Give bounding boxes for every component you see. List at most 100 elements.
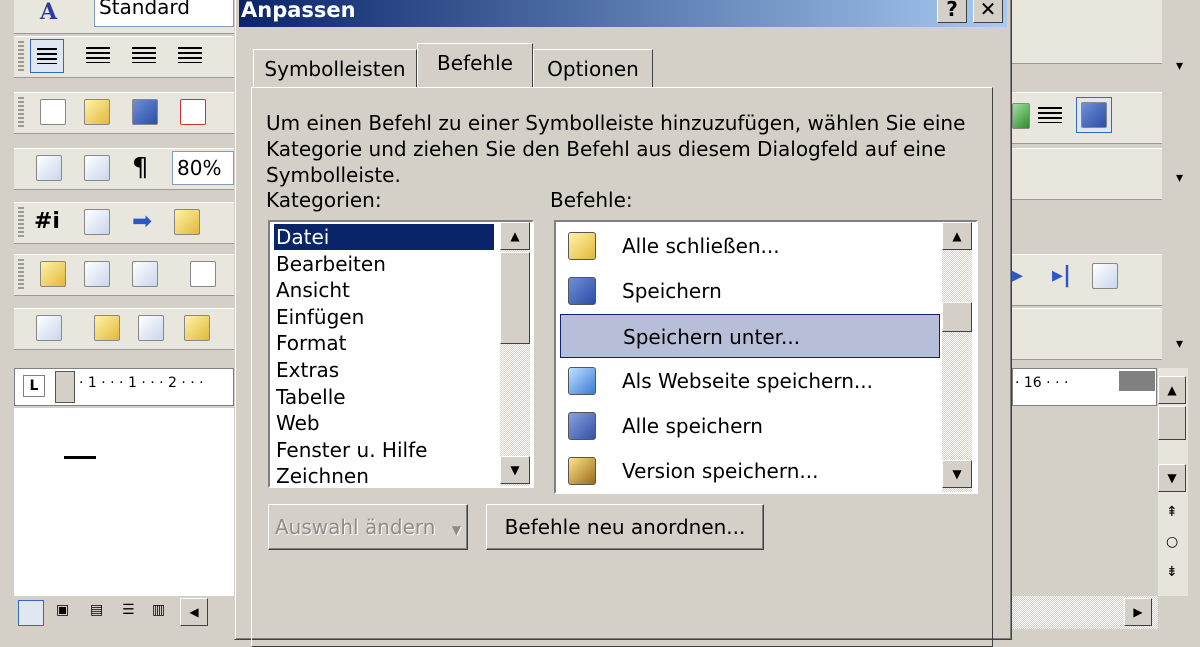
scroll-thumb[interactable] (942, 302, 972, 332)
scroll-up-icon[interactable]: ▲ (942, 222, 972, 250)
columns-icon[interactable] (1038, 107, 1062, 123)
command-item[interactable]: Speichern (560, 269, 940, 313)
field-codes-icon[interactable]: #i (34, 209, 60, 234)
toolbar-grip[interactable] (18, 97, 24, 127)
scroll-down-icon[interactable]: ▼ (942, 460, 972, 488)
command-item[interactable]: Version speichern... (560, 449, 940, 492)
picture-icon[interactable] (84, 155, 110, 181)
browse-object-icon[interactable]: ○ (1166, 534, 1178, 550)
toolbar-options-icon[interactable]: ▾ (1176, 336, 1183, 352)
horizontal-ruler[interactable]: L · 1 · · · 1 · · · 2 · · · (14, 368, 234, 406)
style-dropdown[interactable]: Standard (94, 0, 234, 27)
preview-icon[interactable] (36, 155, 62, 181)
category-item[interactable]: Bearbeiten (274, 251, 386, 277)
horizontal-ruler-right[interactable]: · 16 · · · (1012, 368, 1157, 406)
category-item[interactable]: Einfügen (274, 304, 364, 330)
form-field-icon[interactable] (84, 209, 110, 235)
category-item[interactable]: Fenster u. Hilfe (274, 437, 427, 463)
save-icon (568, 277, 596, 305)
commands-listbox[interactable]: Alle schließen... Speichern Speichern un… (554, 220, 978, 494)
indent-marker-icon[interactable] (55, 371, 75, 403)
check-icon[interactable] (36, 315, 62, 341)
permission-icon[interactable] (180, 99, 206, 125)
scroll-thumb[interactable] (500, 252, 530, 344)
close-icon: ✕ (979, 0, 997, 21)
scroll-down-icon[interactable]: ▼ (500, 456, 530, 484)
edit-icon[interactable] (132, 261, 158, 287)
category-item[interactable]: Datei (274, 224, 494, 250)
close-button[interactable]: ✕ (973, 0, 1003, 23)
vertical-scrollbar[interactable]: ▲ ▼ ⇞ ○ ⇟ (1158, 368, 1188, 596)
scroll-thumb[interactable] (1158, 406, 1186, 440)
web-view-icon[interactable]: ▣ (56, 602, 69, 618)
modify-selection-button[interactable]: Auswahl ändern ▼ (268, 504, 468, 550)
commands-scrollbar[interactable]: ▲ ▼ (942, 222, 972, 492)
last-record-icon[interactable]: ▸| (1052, 263, 1071, 288)
next-record-icon[interactable]: ▸ (1012, 263, 1023, 288)
description-line: Kategorie und ziehen Sie den Befehl aus … (266, 137, 946, 161)
horizontal-scrollbar-right[interactable]: ▶ (1012, 596, 1158, 629)
align-right-icon[interactable] (132, 47, 156, 63)
justify-icon[interactable] (178, 47, 202, 63)
next-page-icon[interactable]: ⇟ (1166, 564, 1178, 580)
category-item[interactable]: Tabelle (274, 384, 346, 410)
categories-scrollbar[interactable]: ▲ ▼ (500, 222, 530, 486)
align-center-icon[interactable] (86, 47, 110, 63)
scroll-down-icon[interactable]: ▼ (1158, 464, 1186, 492)
scroll-up-icon[interactable]: ▲ (1158, 376, 1186, 404)
excel-icon[interactable] (1012, 103, 1030, 129)
table-icon[interactable] (84, 261, 110, 287)
drawing-icon[interactable] (1076, 97, 1112, 133)
open-folder-icon[interactable] (84, 99, 110, 125)
new-document-icon[interactable] (40, 99, 66, 125)
copy-icon[interactable] (94, 315, 120, 341)
categories-listbox[interactable]: Datei Bearbeiten Ansicht Einfügen Format… (268, 220, 534, 488)
command-item-selected[interactable]: Speichern unter... (560, 314, 940, 358)
normal-view-icon[interactable] (18, 600, 44, 626)
print-view-icon[interactable]: ▤ (90, 602, 103, 618)
pilcrow-icon[interactable]: ¶ (132, 153, 149, 183)
mail-merge-icon[interactable] (40, 261, 66, 287)
category-item[interactable]: Extras (274, 357, 339, 383)
document-page[interactable] (14, 408, 234, 596)
merge-icon[interactable] (138, 315, 164, 341)
command-item[interactable]: Als Webseite speichern... (560, 359, 940, 403)
reading-view-icon[interactable]: ▥ (152, 602, 165, 618)
save-icon[interactable] (132, 99, 158, 125)
tab-optionen[interactable]: Optionen (533, 49, 653, 87)
category-item[interactable]: Format (274, 330, 346, 356)
toolbar-options-icon[interactable]: ▾ (1176, 170, 1183, 186)
paste-icon[interactable] (174, 209, 200, 235)
previous-page-icon[interactable]: ⇞ (1166, 504, 1178, 520)
toolbar-grip[interactable] (18, 259, 24, 289)
zoom-dropdown[interactable]: 80% (172, 151, 234, 185)
alignment-toolbar (14, 36, 234, 78)
arrow-right-icon[interactable]: ➡ (132, 207, 152, 235)
toolbar-grip[interactable] (18, 207, 24, 237)
help-button[interactable]: ? (937, 0, 967, 23)
envelope-icon[interactable] (184, 315, 210, 341)
tab-selector-icon[interactable]: L (23, 375, 45, 397)
right-indent-marker-icon[interactable] (1119, 371, 1155, 391)
rearrange-commands-button[interactable]: Befehle neu anordnen... (486, 504, 764, 550)
category-item[interactable]: Zeichnen (274, 463, 369, 486)
toolbar-grip[interactable] (18, 41, 24, 71)
fields-toolbar: #i ➡ (14, 202, 234, 244)
scroll-up-icon[interactable]: ▲ (500, 222, 530, 250)
toolbar-options-icon[interactable]: ▾ (1176, 58, 1183, 74)
tab-symbolleisten[interactable]: Symbolleisten (253, 49, 417, 87)
command-item[interactable]: Alle schließen... (560, 224, 940, 268)
category-item[interactable]: Web (274, 410, 320, 436)
find-entry-icon[interactable] (1092, 263, 1118, 289)
scroll-left-icon[interactable]: ◀ (180, 598, 208, 626)
command-label: Alle speichern (622, 414, 763, 438)
tab-befehle[interactable]: Befehle (417, 43, 533, 87)
dialog-titlebar[interactable]: Anpassen ? ✕ (239, 0, 1007, 27)
category-item[interactable]: Ansicht (274, 277, 350, 303)
document-icon[interactable] (190, 261, 216, 287)
command-item[interactable]: Alle speichern (560, 404, 940, 448)
view-toolbar: ¶ 80% (14, 148, 234, 190)
outline-view-icon[interactable]: ☰ (122, 602, 135, 618)
align-left-icon[interactable] (30, 39, 64, 73)
scroll-right-icon[interactable]: ▶ (1124, 598, 1152, 626)
